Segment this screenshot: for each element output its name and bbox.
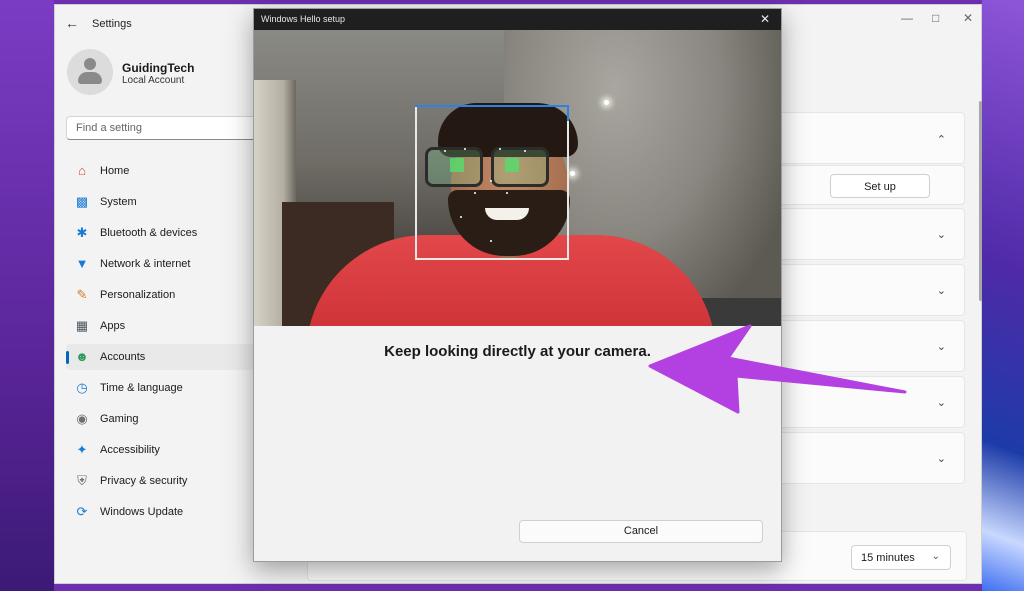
monitor-icon: ▩: [75, 194, 89, 209]
sidebar-item-label: Windows Update: [100, 506, 184, 518]
arrow-left-icon[interactable]: ←: [65, 15, 79, 31]
scrollbar[interactable]: [979, 101, 982, 301]
windows-hello-dialog: Windows Hello setup ✕ Keep looking direc…: [253, 8, 782, 562]
chevron-up-icon[interactable]: ⌃: [937, 133, 946, 146]
settings-card[interactable]: ⌄: [772, 432, 965, 484]
timeout-select[interactable]: 15 minutes ⌄: [851, 545, 951, 570]
sidebar-item-label: Home: [100, 165, 130, 177]
cancel-button[interactable]: Cancel: [519, 520, 763, 543]
sidebar-item-label: Apps: [100, 320, 126, 332]
settings-card[interactable]: ⌄: [772, 376, 965, 428]
app-title: Settings: [92, 18, 132, 30]
sidebar-item-label: Accounts: [100, 351, 146, 363]
sidebar-item-label: Network & internet: [100, 258, 191, 270]
sidebar-item-label: Privacy & security: [100, 475, 188, 487]
sidebar-item-label: System: [100, 196, 137, 208]
settings-card[interactable]: ⌄: [772, 320, 965, 372]
gamepad-icon: ◉: [76, 411, 88, 426]
active-indicator: [66, 351, 69, 364]
dialog-title: Windows Hello setup: [261, 14, 346, 24]
chevron-down-icon[interactable]: ⌄: [937, 452, 946, 465]
face-frame: [415, 105, 569, 260]
sidebar-item-label: Bluetooth & devices: [100, 227, 198, 239]
update-icon: ⟳: [76, 504, 88, 519]
face-frame-progress: [415, 105, 569, 107]
chevron-down-icon[interactable]: ⌄: [937, 396, 946, 409]
settings-card[interactable]: ⌄: [772, 208, 965, 260]
shield-icon: ⛨: [77, 473, 87, 488]
person-icon: ☻: [75, 349, 89, 364]
desktop-wallpaper-right: [982, 0, 1024, 591]
sidebar-item-label: Personalization: [100, 289, 176, 301]
brush-icon: ✎: [76, 287, 88, 302]
minimize-icon[interactable]: —: [901, 11, 913, 25]
wifi-icon: ▼: [75, 256, 89, 271]
settings-card-expanded[interactable]: ⌃: [772, 112, 965, 164]
timeout-select-value: 15 minutes: [861, 552, 915, 564]
chevron-down-icon[interactable]: ⌄: [937, 228, 946, 241]
avatar: [67, 49, 113, 95]
bluetooth-icon: ✱: [76, 225, 88, 240]
instruction-text: Keep looking directly at your camera.: [384, 343, 651, 360]
settings-card[interactable]: ⌄: [772, 264, 965, 316]
apps-icon: ▦: [75, 318, 89, 333]
home-icon: ⌂: [78, 163, 86, 178]
chevron-down-icon[interactable]: ⌄: [937, 340, 946, 353]
profile-name: GuidingTech: [122, 61, 195, 75]
camera-preview: [254, 30, 781, 326]
accessibility-icon: ✦: [76, 442, 88, 457]
profile-account-type: Local Account: [122, 75, 185, 86]
close-icon[interactable]: ✕: [963, 11, 973, 25]
setup-button[interactable]: Set up: [830, 174, 930, 198]
sidebar-item-label: Time & language: [100, 382, 183, 394]
desktop-wallpaper-left: [0, 0, 54, 591]
sidebar-item-label: Accessibility: [100, 444, 160, 456]
globe-clock-icon: ◷: [76, 380, 88, 395]
search-input[interactable]: Find a setting: [66, 116, 276, 140]
sidebar-item-label: Gaming: [100, 413, 139, 425]
chevron-down-icon: ⌄: [931, 551, 940, 562]
dialog-title-bar: Windows Hello setup ✕: [254, 9, 781, 30]
chevron-down-icon[interactable]: ⌄: [937, 284, 946, 297]
close-icon[interactable]: ✕: [760, 12, 770, 26]
maximize-icon[interactable]: □: [932, 11, 939, 25]
